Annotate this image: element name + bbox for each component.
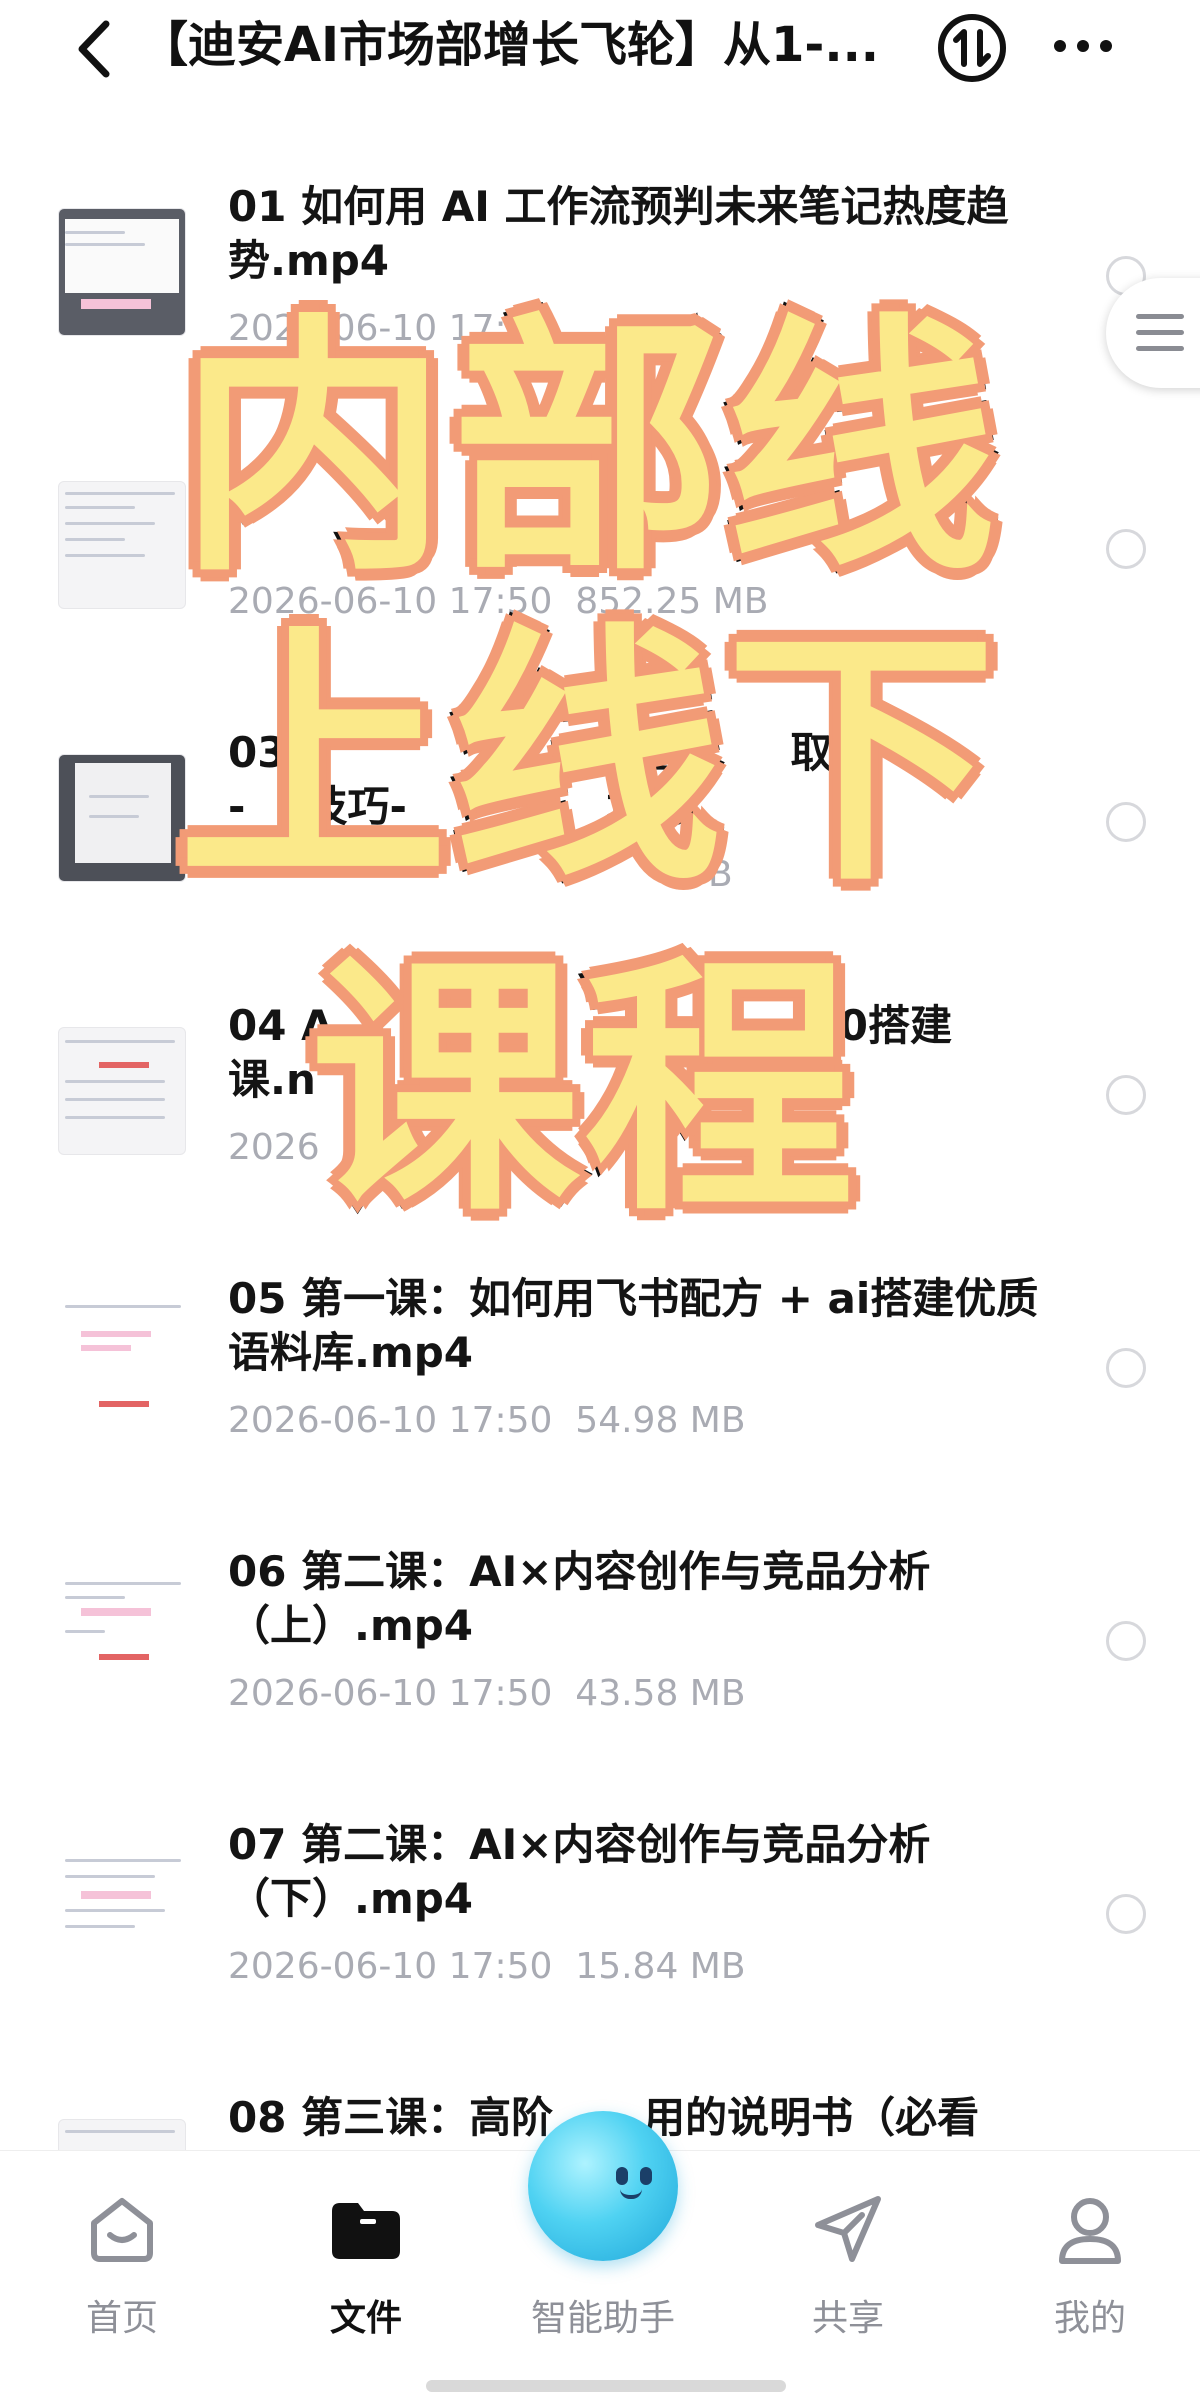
list-item[interactable]: 01 如何用 AI 工作流预判未来笔记热度趋势.mp4 2026-06-10 1…	[0, 150, 1200, 423]
nav-label: 首页	[85, 2298, 158, 2339]
sort-swap-button[interactable]	[936, 12, 1008, 84]
video-thumbnail	[58, 1027, 186, 1155]
list-item[interactable]: 06 第二课：AI×内容创作与竞品分析（上）.mp4 2026-06-10 17…	[0, 1515, 1200, 1788]
nav-mine[interactable]: 我的	[1010, 2171, 1170, 2361]
assistant-smile	[620, 2189, 642, 2199]
assistant-eye	[616, 2167, 628, 2185]
file-date: 2026-06-10 17:50	[228, 1946, 553, 1987]
file-date: 2026	[228, 1127, 320, 1168]
file-name: 06 第二课：AI×内容创作与竞品分析（上）.mp4	[228, 1547, 931, 1650]
file-name-fragment: 原理	[586, 728, 671, 777]
file-meta: 2026-06-10 17:50 43.58 MB	[228, 1673, 746, 1714]
file-name-fragment: -	[228, 782, 246, 831]
video-thumbnail	[58, 1300, 186, 1428]
file-name: 07 第二课：AI×内容创作与竞品分析（下）.mp4	[228, 1820, 931, 1923]
file-date: 2026-06-10 17:50	[228, 581, 553, 622]
file-meta: 2026-06-10 17:50 15.84 MB	[228, 1946, 746, 1987]
select-radio[interactable]	[1106, 529, 1146, 569]
file-name: 04 A 1.0搭建 课.n	[228, 999, 1048, 1107]
file-name: 03 原理 取 - 技巧- 地方	[228, 726, 1048, 834]
user-icon	[1059, 2198, 1121, 2264]
video-thumbnail	[58, 1846, 186, 1974]
file-name-fragment: 技巧-	[305, 782, 407, 831]
home-indicator[interactable]	[426, 2380, 786, 2392]
back-button[interactable]	[62, 14, 132, 84]
select-radio[interactable]	[1106, 1348, 1146, 1388]
file-meta: B	[228, 854, 733, 895]
list-item[interactable]: 2026-06-10 17:50 852.25 MB	[0, 423, 1200, 696]
nav-share[interactable]: 共享	[768, 2171, 928, 2361]
assistant-avatar-button[interactable]	[528, 2111, 678, 2261]
file-meta: 2026-06-10 17:50 54.98 MB	[228, 1400, 746, 1441]
file-name: 05 第一课：如何用飞书配方 + ai搭建优质语料库.mp4	[228, 1274, 1039, 1377]
file-size: B	[708, 854, 733, 895]
more-dots-icon	[1054, 40, 1112, 52]
video-thumbnail	[58, 208, 186, 336]
nav-label: 共享	[811, 2298, 884, 2339]
chevron-left-icon	[78, 20, 110, 78]
file-date: 2026-06-10 17:50	[228, 1673, 553, 1714]
file-size: 852.25 MB	[575, 581, 769, 622]
page-title: 【迪安AI市场部增长飞轮】从1-...	[140, 17, 880, 73]
file-date: 2026-06-10 17:50	[228, 308, 553, 349]
top-bar: 【迪安AI市场部增长飞轮】从1-...	[0, 0, 1200, 120]
file-date: 2026-06-10 17:50	[228, 1400, 553, 1441]
file-name-fragment: 课.n	[228, 1055, 316, 1104]
nav-label-assistant[interactable]: 智能助手	[523, 2289, 683, 2341]
send-icon	[815, 2196, 881, 2262]
nav-label: 我的	[1053, 2298, 1126, 2339]
file-name-fragment: 地方	[606, 782, 691, 831]
list-item[interactable]: 05 第一课：如何用飞书配方 + ai搭建优质语料库.mp4 2026-06-1…	[0, 1242, 1200, 1515]
video-thumbnail	[58, 754, 186, 882]
file-name-fragment: 取	[790, 728, 833, 777]
file-name: 01 如何用 AI 工作流预判未来笔记热度趋势.mp4	[228, 182, 1009, 285]
file-name-fragment: 08 第三课：高阶	[228, 2093, 554, 2142]
file-size: 54.98 MB	[575, 1400, 746, 1441]
list-item[interactable]: 04 A 1.0搭建 课.n 2026	[0, 969, 1200, 1242]
list-item[interactable]: 07 第二课：AI×内容创作与竞品分析（下）.mp4 2026-06-10 17…	[0, 1788, 1200, 2061]
video-thumbnail	[58, 1573, 186, 1701]
home-icon	[91, 2198, 153, 2262]
file-size: 43.58 MB	[575, 1673, 746, 1714]
video-thumbnail	[58, 481, 186, 609]
file-name-fragment: 04 A	[228, 1001, 334, 1050]
file-name-fragment: 1.0搭建	[793, 1001, 952, 1050]
nav-home[interactable]: 首页	[42, 2171, 202, 2361]
nav-label: 文件	[329, 2298, 402, 2339]
select-radio[interactable]	[1106, 1075, 1146, 1115]
bottom-nav: 首页 文件 智能助手 共享 我的	[0, 2111, 1200, 2404]
assistant-eye	[640, 2167, 652, 2185]
select-radio[interactable]	[1106, 1621, 1146, 1661]
file-meta: 2026	[228, 1127, 320, 1168]
file-name-fragment: 用的说明书（必看	[643, 2093, 980, 2142]
file-name-fragment: 03	[228, 728, 287, 777]
select-radio[interactable]	[1106, 802, 1146, 842]
nav-files[interactable]: 文件	[286, 2171, 446, 2361]
file-meta: 2026-06-10 17:50	[228, 308, 575, 349]
select-radio[interactable]	[1106, 1894, 1146, 1934]
file-size: 15.84 MB	[575, 1946, 746, 1987]
more-button[interactable]	[1048, 16, 1118, 76]
list-item[interactable]: 03 原理 取 - 技巧- 地方 B	[0, 696, 1200, 969]
file-meta: 2026-06-10 17:50 852.25 MB	[228, 581, 768, 622]
folder-icon	[332, 2203, 400, 2259]
sort-swap-icon	[938, 14, 1006, 82]
